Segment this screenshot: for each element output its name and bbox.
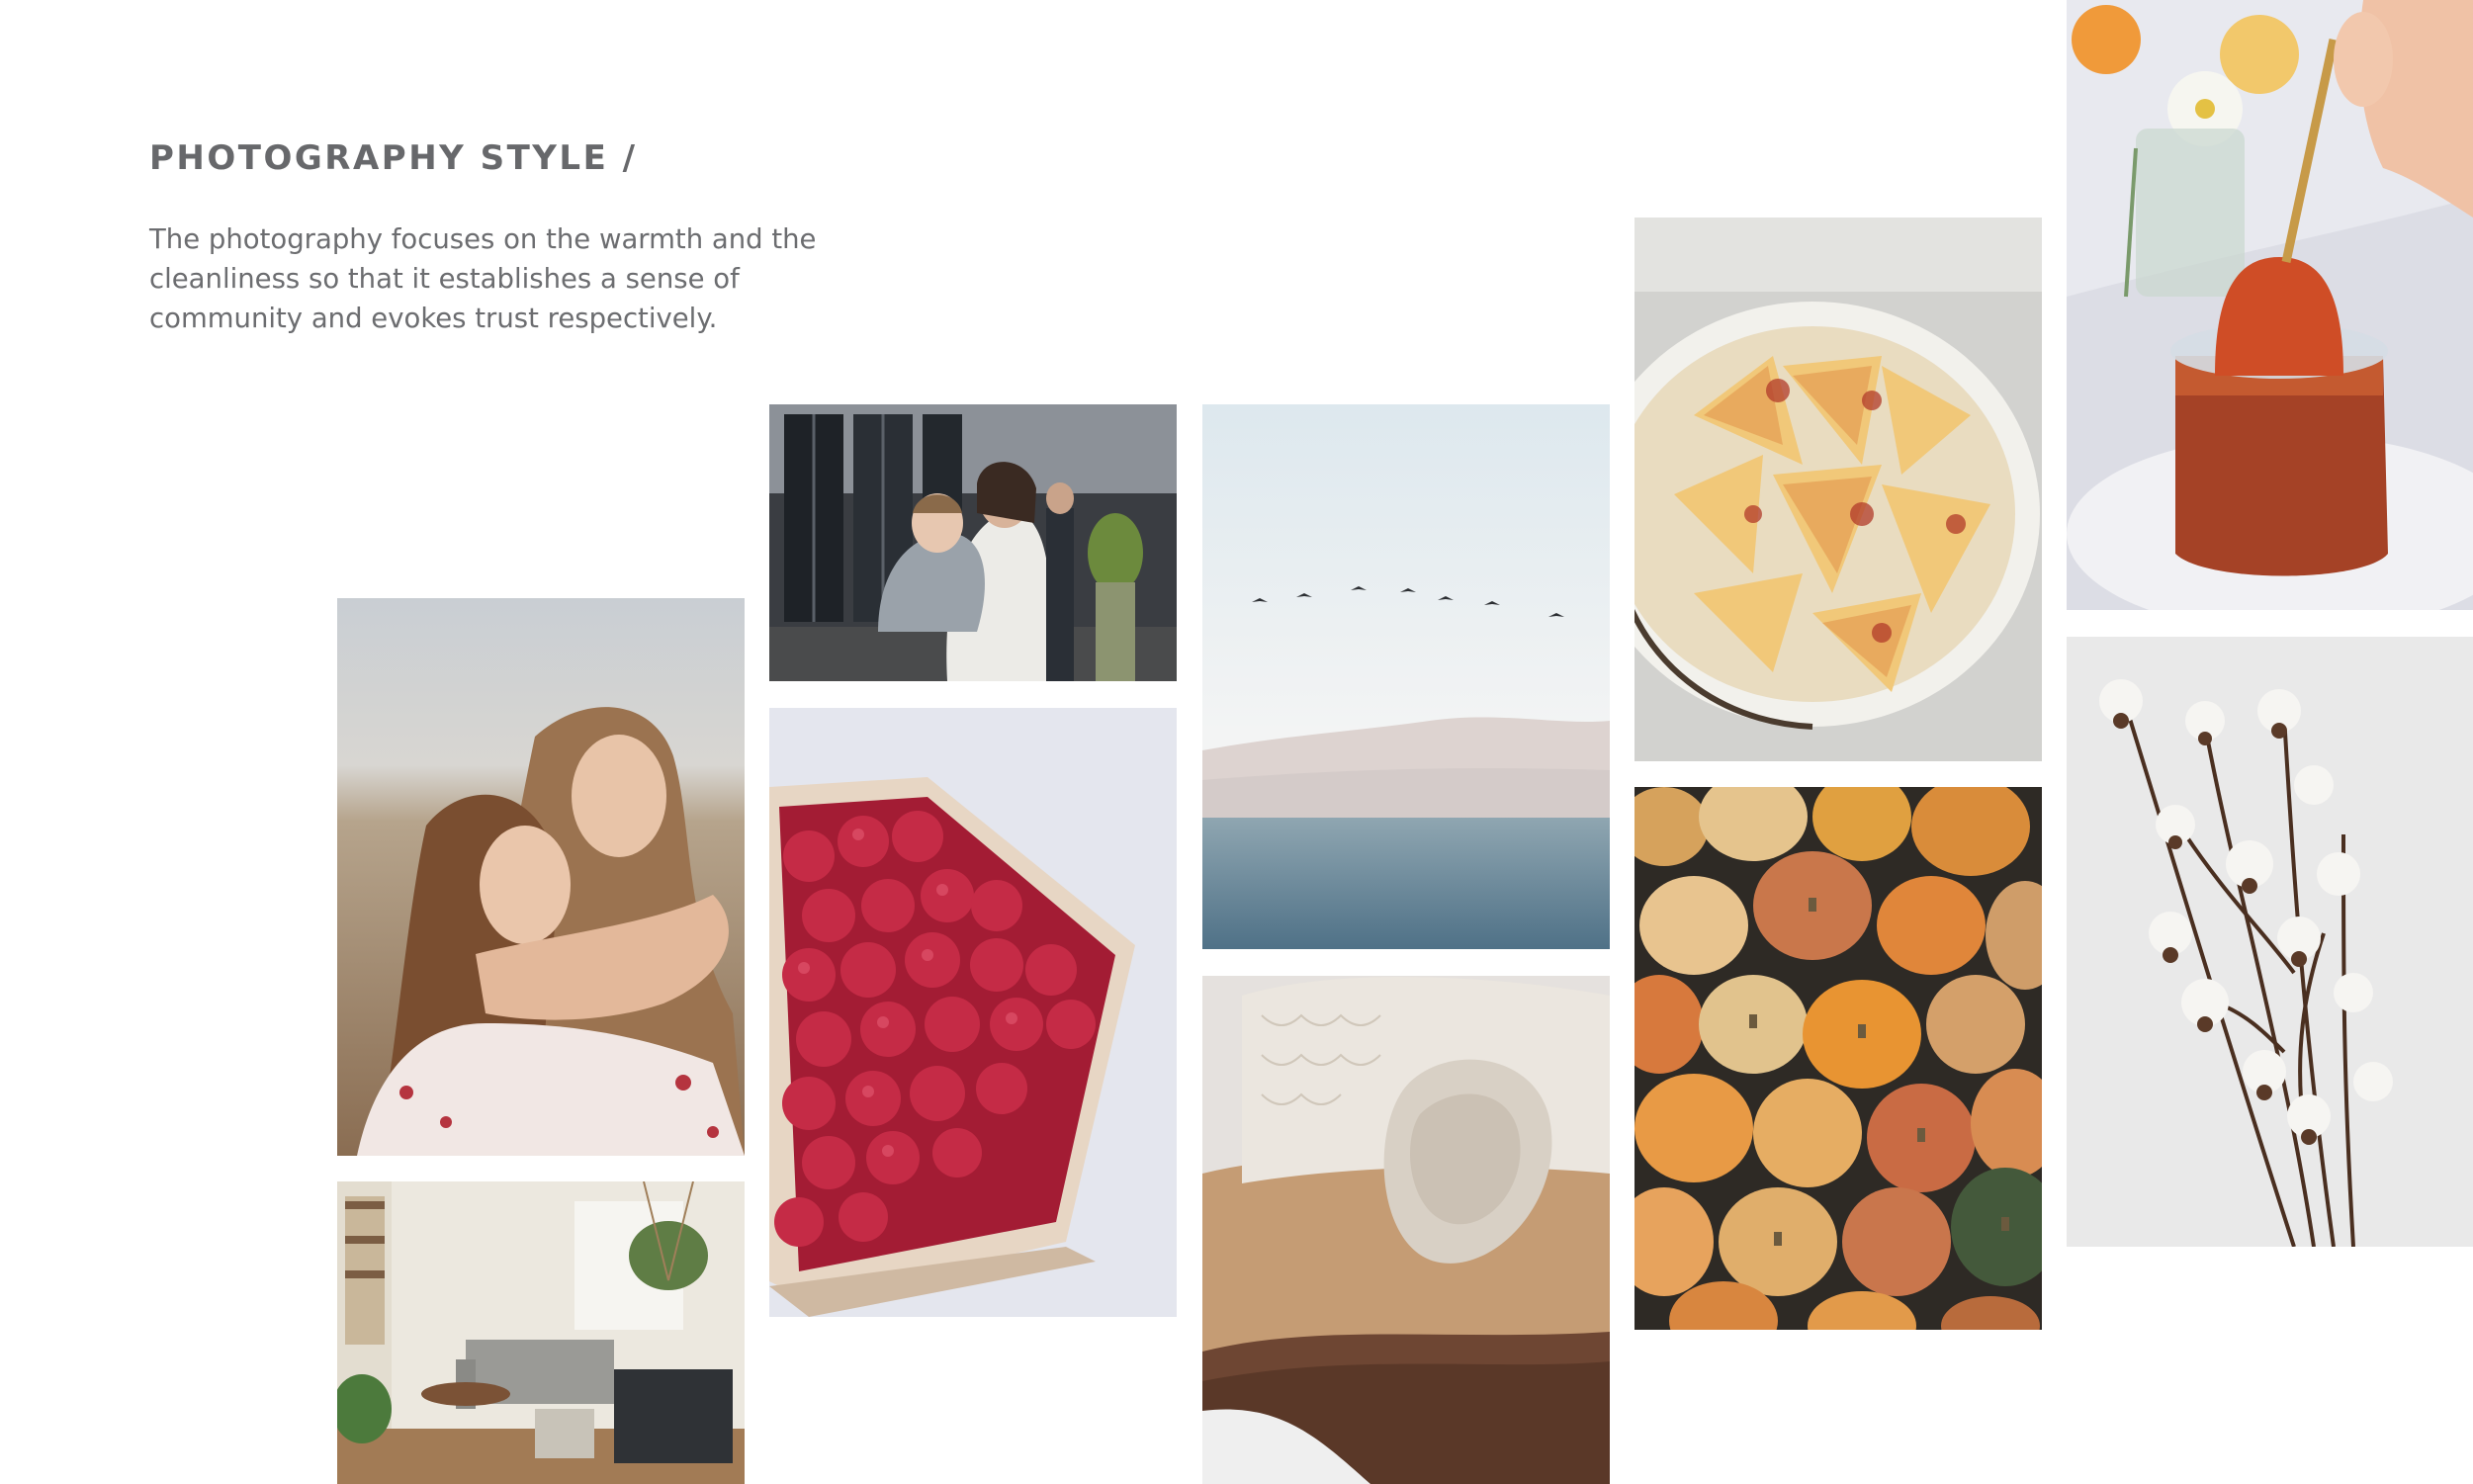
page-title: PHOTOGRAPHY STYLE / <box>149 138 638 178</box>
photo-two-women-hugging <box>337 598 745 1156</box>
photo-mother-and-child <box>769 404 1177 681</box>
photo-pumpkins <box>1634 787 2042 1330</box>
photo-birds-over-sea <box>1202 404 1610 949</box>
photo-knit-sweaters <box>1202 976 1610 1484</box>
photo-cotton-branches <box>2067 637 2473 1247</box>
photo-raspberries-in-basket <box>769 708 1177 1317</box>
photo-living-room-interior <box>337 1181 745 1484</box>
photo-jam-jar-with-spoon <box>2067 0 2473 610</box>
page-description: The photography focuses on the warmth an… <box>149 223 817 334</box>
photo-sliced-peaches <box>1634 218 2042 761</box>
